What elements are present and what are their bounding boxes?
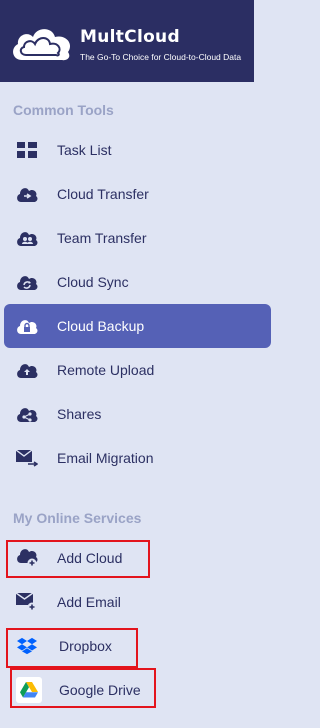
nav-item-add-email[interactable]: Add Email (4, 580, 271, 624)
nav-label: Dropbox (59, 638, 112, 654)
nav-item-cloud-sync[interactable]: Cloud Sync (4, 260, 271, 304)
add-cloud-icon (16, 547, 38, 569)
app-header: MultCloud The Go-To Choice for Cloud-to-… (0, 0, 254, 82)
nav-label: Team Transfer (57, 230, 147, 246)
nav-label: Shares (57, 406, 102, 422)
brand-name: MultCloud (80, 27, 180, 47)
nav-label: Remote Upload (57, 362, 155, 378)
add-email-icon (16, 591, 38, 613)
nav-item-google-drive[interactable]: Google Drive (4, 668, 271, 712)
nav-item-team-transfer[interactable]: Team Transfer (4, 216, 271, 260)
grid-icon (16, 139, 38, 161)
brand-tagline: The Go-To Choice for Cloud-to-Cloud Data (80, 52, 242, 62)
google-drive-icon (16, 677, 42, 703)
nav-item-dropbox[interactable]: Dropbox (4, 624, 271, 668)
share-icon (16, 403, 38, 425)
nav-item-task-list[interactable]: Task List (4, 128, 271, 172)
cloud-backup-icon (16, 315, 38, 337)
nav-item-shares[interactable]: Shares (4, 392, 271, 436)
nav-item-cloud-backup[interactable]: Cloud Backup (4, 304, 271, 348)
section-title-online-services: My Online Services (13, 510, 142, 526)
dropbox-icon (16, 635, 38, 657)
nav-label: Email Migration (57, 450, 154, 466)
nav-label: Cloud Backup (57, 318, 145, 334)
nav-label: Cloud Transfer (57, 186, 149, 202)
cloud-sync-icon (16, 271, 38, 293)
nav-label: Cloud Sync (57, 274, 129, 290)
nav-item-cloud-transfer[interactable]: Cloud Transfer (4, 172, 271, 216)
email-migration-icon (16, 447, 38, 469)
nav-label: Google Drive (59, 682, 141, 698)
team-transfer-icon (16, 227, 38, 249)
nav-label: Task List (57, 142, 112, 158)
cloud-transfer-icon (16, 183, 38, 205)
nav-item-email-migration[interactable]: Email Migration (4, 436, 271, 480)
multcloud-logo-icon[interactable] (8, 22, 76, 64)
section-title-common-tools: Common Tools (13, 102, 114, 118)
remote-upload-icon (16, 359, 38, 381)
nav-item-add-cloud[interactable]: Add Cloud (4, 536, 271, 580)
nav-item-remote-upload[interactable]: Remote Upload (4, 348, 271, 392)
nav-label: Add Email (57, 594, 121, 610)
nav-label: Add Cloud (57, 550, 123, 566)
